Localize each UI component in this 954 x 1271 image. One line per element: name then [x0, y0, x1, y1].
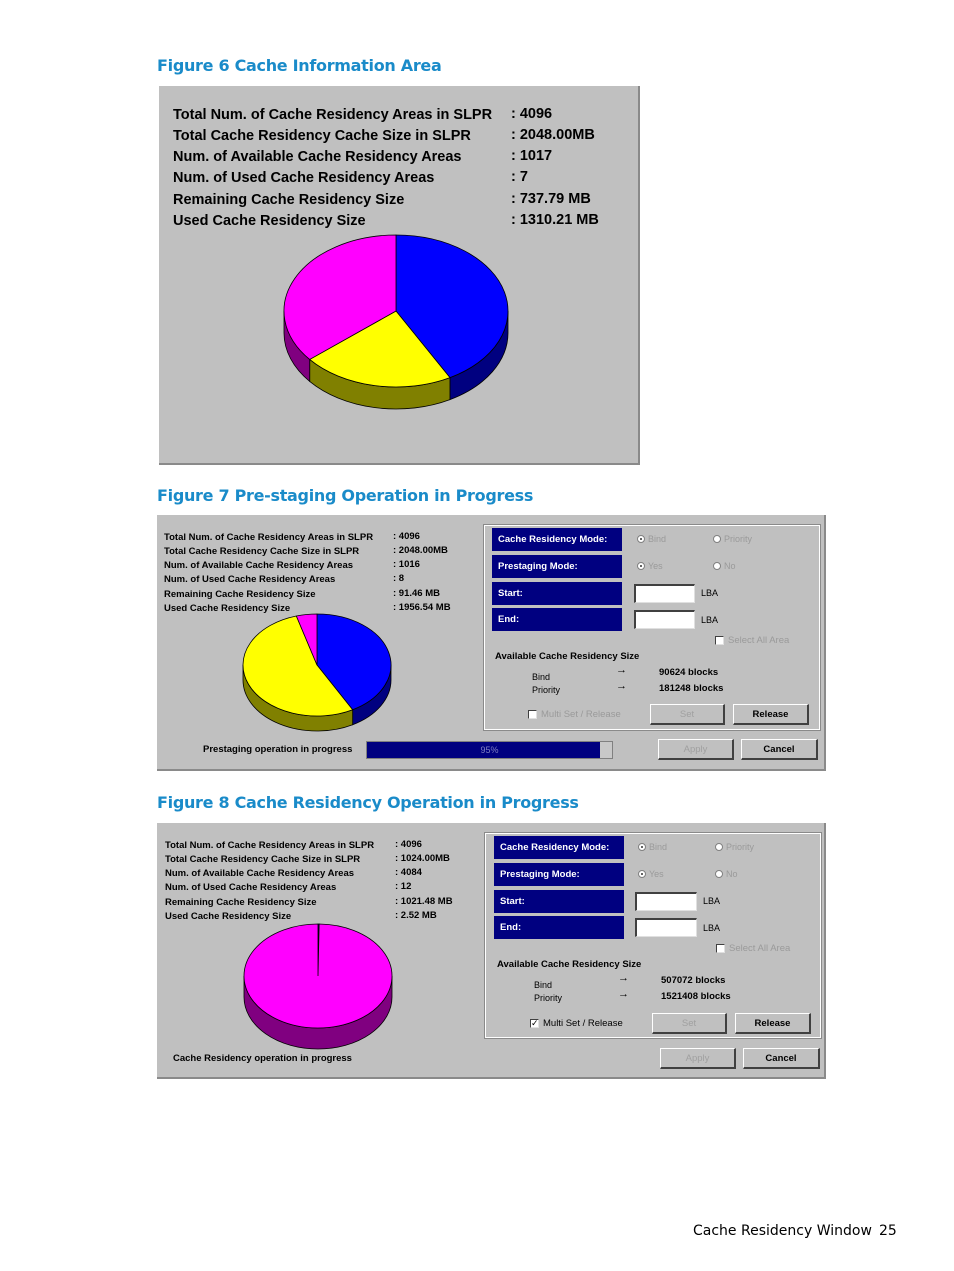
radio-no[interactable]: No [713, 561, 736, 571]
lba-unit: LBA [703, 923, 721, 933]
radio-no[interactable]: No [715, 869, 738, 879]
start-lba-input[interactable] [635, 892, 697, 911]
lba-unit: LBA [703, 896, 721, 906]
radio-label: Priority [724, 534, 753, 544]
cancel-button[interactable]: Cancel [741, 739, 818, 760]
radio-priority[interactable]: Priority [715, 842, 754, 852]
page-number: 25 [879, 1223, 897, 1239]
bind-blocks-value: 90624 blocks [659, 667, 719, 678]
progress-bar: 95% [366, 741, 613, 759]
radio-label: Bind [649, 842, 668, 852]
radio-bind[interactable]: Bind [638, 842, 667, 852]
radio-unselected-icon [715, 870, 723, 878]
checkbox-label: Multi Set / Release [543, 1018, 623, 1029]
arrow-icon: → [618, 972, 629, 984]
set-button[interactable]: Set [650, 704, 725, 725]
footer-section-title: Cache Residency Window [693, 1223, 872, 1239]
radio-label: Priority [726, 842, 755, 852]
arrow-icon: → [618, 988, 629, 1000]
available-size-title: Available Cache Residency Size [497, 959, 642, 970]
checkbox-label: Select All Area [729, 943, 791, 954]
radio-selected-icon [637, 535, 645, 543]
operation-status: Prestaging operation in progress [203, 744, 353, 755]
figure-8-caption: Figure 8 Cache Residency Operation in Pr… [157, 793, 579, 812]
radio-label: Yes [649, 869, 664, 879]
progress-percent: 95% [480, 745, 499, 755]
start-label: Start: [494, 890, 624, 913]
cancel-button[interactable]: Cancel [743, 1048, 820, 1069]
start-label: Start: [492, 582, 622, 605]
bind-label: Bind [532, 672, 551, 682]
release-button[interactable]: Release [735, 1013, 811, 1034]
end-lba-input[interactable] [635, 918, 697, 937]
apply-button[interactable]: Apply [660, 1048, 736, 1069]
radio-selected-icon [638, 843, 646, 851]
checkbox-label: Select All Area [728, 635, 790, 646]
start-lba-input[interactable] [634, 584, 695, 603]
checkbox-label: Multi Set / Release [541, 709, 621, 720]
priority-blocks-value: 1521408 blocks [661, 991, 731, 1002]
radio-unselected-icon [715, 843, 723, 851]
prestaging-mode-label: Prestaging Mode: [492, 555, 622, 578]
checkbox-icon [716, 944, 725, 953]
checkbox-checked-icon: ✓ [530, 1018, 539, 1028]
end-lba-input[interactable] [634, 610, 695, 629]
bind-blocks-value: 507072 blocks [661, 975, 726, 986]
prestaging-window: Total Num. of Cache Residency Areas in S… [157, 515, 826, 771]
pie-slice [243, 923, 393, 1029]
checkbox-icon [715, 636, 724, 645]
operation-status: Cache Residency operation in progress [173, 1053, 352, 1064]
bind-label: Bind [534, 980, 553, 990]
select-all-area-checkbox[interactable]: Select All Area [715, 635, 789, 646]
priority-label: Priority [532, 685, 561, 695]
radio-priority[interactable]: Priority [713, 534, 752, 544]
apply-button[interactable]: Apply [658, 739, 734, 760]
priority-blocks-value: 181248 blocks [659, 683, 724, 694]
cache-pie-chart [283, 234, 509, 410]
arrow-icon: → [616, 664, 627, 676]
radio-unselected-icon [713, 535, 721, 543]
set-button[interactable]: Set [652, 1013, 727, 1034]
figure-7-caption: Figure 7 Pre-staging Operation in Progre… [157, 486, 534, 505]
lba-unit: LBA [701, 588, 719, 598]
radio-selected-icon [637, 562, 645, 570]
end-label: End: [492, 608, 622, 631]
priority-label: Priority [534, 993, 563, 1003]
select-all-area-checkbox[interactable]: Select All Area [716, 943, 790, 954]
prestaging-mode-label: Prestaging Mode: [494, 863, 624, 886]
radio-selected-icon [638, 870, 646, 878]
arrow-icon: → [616, 680, 627, 692]
radio-label: No [726, 869, 738, 879]
cache-residency-mode-label: Cache Residency Mode: [492, 528, 622, 551]
radio-yes[interactable]: Yes [638, 869, 664, 879]
figure-6-caption: Figure 6 Cache Information Area [157, 56, 442, 75]
multi-set-release-checkbox[interactable]: Multi Set / Release [528, 709, 621, 720]
release-button[interactable]: Release [733, 704, 809, 725]
checkbox-icon [528, 710, 537, 719]
radio-label: No [724, 561, 736, 571]
lba-unit: LBA [701, 615, 719, 625]
radio-label: Yes [648, 561, 663, 571]
radio-label: Bind [648, 534, 667, 544]
cache-residency-window: Total Num. of Cache Residency Areas in S… [157, 823, 826, 1079]
cache-residency-mode-label: Cache Residency Mode: [494, 836, 624, 859]
radio-yes[interactable]: Yes [637, 561, 663, 571]
available-size-title: Available Cache Residency Size [495, 651, 640, 662]
cache-information-area: Total Num. of Cache Residency Areas in S… [159, 86, 640, 465]
multi-set-release-checkbox[interactable]: ✓ Multi Set / Release [530, 1018, 623, 1029]
end-label: End: [494, 916, 624, 939]
radio-unselected-icon [713, 562, 721, 570]
radio-bind[interactable]: Bind [637, 534, 666, 544]
